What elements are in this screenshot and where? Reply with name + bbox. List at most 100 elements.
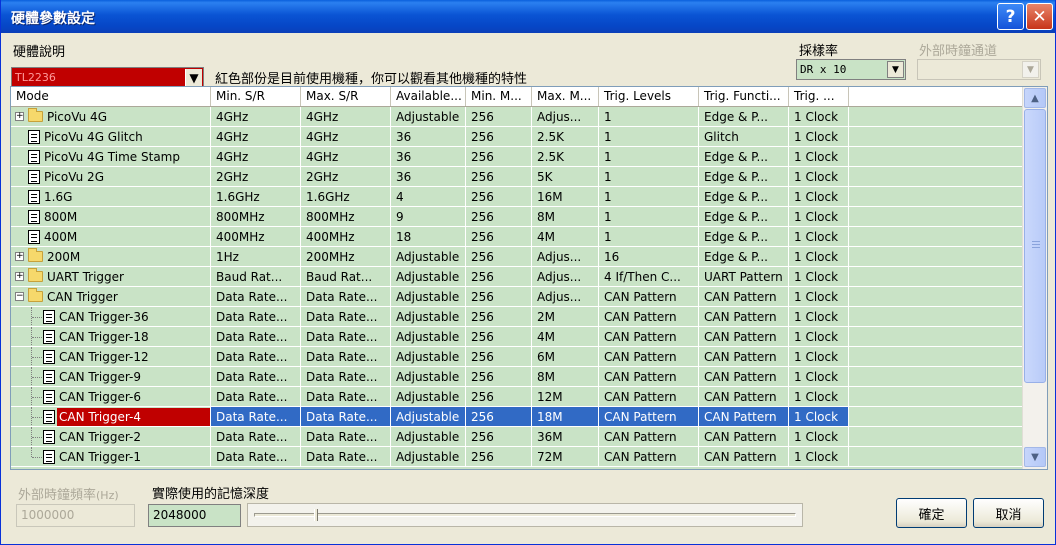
mode-cell: PicoVu 4G Time Stamp — [11, 147, 211, 166]
table-cell: 4M — [532, 327, 599, 346]
table-cell: Adjus... — [532, 267, 599, 286]
table-row[interactable]: 800M 800MHz 800MHz 9 256 8M 1 Edge & P... 1 Cloc… — [11, 207, 1022, 227]
scrollbar-thumb[interactable] — [1024, 109, 1046, 383]
close-icon: ✕ — [1032, 6, 1047, 27]
document-icon — [43, 370, 55, 384]
table-row[interactable]: PicoVu 4G Time Stamp 4GHz 4GHz 36 256 2.5K 1 Ed… — [11, 147, 1022, 167]
table-cell: CAN Pattern — [699, 407, 789, 426]
table-cell: Adjustable — [391, 407, 466, 426]
row-filler — [849, 347, 1022, 366]
table-cell: 256 — [466, 287, 532, 306]
column-header[interactable]: Trig. ... — [789, 87, 849, 106]
row-filler — [849, 287, 1022, 306]
table-row[interactable]: CAN Trigger-1 Data Rate... Data Rate... Adj… — [11, 447, 1022, 467]
table-cell: 4M — [532, 227, 599, 246]
table-cell: 256 — [466, 187, 532, 206]
table-row[interactable]: CAN Trigger-12 Data Rate... Data Rate... Ad… — [11, 347, 1022, 367]
column-header[interactable]: Max. S/R — [301, 87, 391, 106]
table-cell: CAN Pattern — [699, 447, 789, 466]
table-cell: Adjustable — [391, 347, 466, 366]
table-cell: Data Rate... — [301, 447, 391, 466]
table-cell: 4GHz — [301, 107, 391, 126]
scroll-down-button[interactable]: ▼ — [1024, 447, 1046, 467]
sample-rate-select[interactable]: DR x 10 ▼ — [796, 59, 906, 80]
chevron-down-icon[interactable]: ▼ — [1022, 61, 1039, 78]
table-row[interactable]: − CAN Trigger Data Rate... Data Rate... Adju… — [11, 287, 1022, 307]
expand-icon[interactable]: + — [15, 252, 24, 261]
table-row[interactable]: CAN Trigger-18 Data Rate... Data Rate... Ad… — [11, 327, 1022, 347]
column-header[interactable]: Min. S/R — [211, 87, 301, 106]
table-cell: Adjustable — [391, 367, 466, 386]
cancel-button[interactable]: 取消 — [973, 498, 1044, 528]
table-row[interactable]: CAN Trigger-2 Data Rate... Data Rate... Adj… — [11, 427, 1022, 447]
mode-table[interactable]: Mode Min. S/R Max. S/R Available... Min. M..… — [10, 86, 1048, 470]
table-row[interactable]: + UART Trigger Baud Rat... Baud Rat... Adjus… — [11, 267, 1022, 287]
table-cell: 256 — [466, 407, 532, 426]
table-cell: Adjus... — [532, 287, 599, 306]
vertical-scrollbar[interactable]: ▲ ▼ — [1022, 87, 1047, 469]
expand-icon[interactable]: + — [15, 272, 24, 281]
memory-depth-slider[interactable] — [247, 503, 803, 527]
table-row[interactable]: +200M 1Hz 200MHz Adjustable 256 Adjus... 16 Edg… — [11, 247, 1022, 267]
table-cell: 5K — [532, 167, 599, 186]
table-row[interactable]: CAN Trigger-4 Data Rate... Data Rate... Adj… — [11, 407, 1022, 427]
row-filler — [849, 207, 1022, 226]
table-row[interactable]: CAN Trigger-9 Data Rate... Data Rate... Adj… — [11, 367, 1022, 387]
column-header[interactable]: Available... — [391, 87, 466, 106]
title-bar[interactable]: 硬體參數設定 ? ✕ — [1, 0, 1055, 33]
table-cell: Edge & P... — [699, 107, 789, 126]
table-row[interactable]: + PicoVu 4G 4GHz 4GHz Adjustable 256 Adjus... 1… — [11, 107, 1022, 127]
ok-button[interactable]: 確定 — [896, 498, 967, 528]
collapse-icon[interactable]: − — [15, 292, 24, 301]
hardware-select[interactable]: TL2236 ▼ — [11, 67, 204, 88]
table-cell: 36 — [391, 127, 466, 146]
table-cell: 1 — [599, 107, 699, 126]
document-icon — [43, 450, 55, 464]
memory-depth-input[interactable]: 2048000 — [148, 504, 241, 527]
mode-name: 400M — [44, 230, 78, 244]
column-header[interactable]: Trig. Functi... — [699, 87, 789, 106]
table-row[interactable]: 1.6G 1.6GHz 1.6GHz 4 256 16M 1 Edge & P... 1 Clo… — [11, 187, 1022, 207]
external-clock-freq-label-text: 外部時鐘頻率 — [18, 488, 97, 503]
table-row[interactable]: CAN Trigger-6 Data Rate... Data Rate... Adj… — [11, 387, 1022, 407]
mode-name: PicoVu 4G Glitch — [44, 130, 143, 144]
table-row[interactable]: 400M 400MHz 400MHz 18 256 4M 1 Edge & P... 1 Clo… — [11, 227, 1022, 247]
close-button[interactable]: ✕ — [1026, 3, 1053, 30]
table-cell: 4GHz — [211, 127, 301, 146]
table-cell: CAN Pattern — [599, 427, 699, 446]
table-cell: Adjustable — [391, 387, 466, 406]
column-header[interactable]: Mode — [11, 87, 211, 106]
folder-icon — [28, 288, 43, 302]
external-clock-channel-select[interactable]: ▼ — [917, 59, 1041, 80]
table-cell: Edge & P... — [699, 227, 789, 246]
column-header[interactable]: Trig. Levels — [599, 87, 699, 106]
expand-icon[interactable]: + — [15, 112, 24, 121]
slider-thumb[interactable] — [314, 509, 318, 521]
column-header[interactable]: Max. M... — [532, 87, 599, 106]
table-cell: 12M — [532, 387, 599, 406]
table-cell: 256 — [466, 367, 532, 386]
chevron-down-icon[interactable]: ▼ — [185, 69, 202, 86]
column-header[interactable]: Min. M... — [466, 87, 532, 106]
table-row[interactable]: PicoVu 4G Glitch 4GHz 4GHz 36 256 2.5K 1 Glitch… — [11, 127, 1022, 147]
row-filler — [849, 327, 1022, 346]
document-icon — [28, 170, 40, 184]
table-cell: CAN Pattern — [599, 387, 699, 406]
mode-cell: CAN Trigger-12 — [11, 347, 211, 366]
table-row[interactable]: CAN Trigger-36 Data Rate... Data Rate... Ad… — [11, 307, 1022, 327]
window-title: 硬體參數設定 — [11, 11, 95, 27]
table-row[interactable]: PicoVu 2G 2GHz 2GHz 36 256 5K 1 Edge & P... 1 Cl… — [11, 167, 1022, 187]
document-icon — [28, 230, 40, 244]
table-cell: 1 Clock — [789, 127, 849, 146]
table-cell: 256 — [466, 387, 532, 406]
table-cell: CAN Pattern — [699, 307, 789, 326]
tree-connector-line — [31, 447, 32, 457]
scroll-up-button[interactable]: ▲ — [1024, 88, 1046, 108]
sample-rate-value: DR x 10 — [800, 63, 847, 76]
help-button[interactable]: ? — [997, 3, 1024, 30]
table-cell: 36 — [391, 167, 466, 186]
table-cell: 4 — [391, 187, 466, 206]
chevron-down-icon[interactable]: ▼ — [887, 61, 904, 78]
row-filler — [849, 267, 1022, 286]
external-clock-freq-input[interactable]: 1000000 — [16, 504, 135, 527]
